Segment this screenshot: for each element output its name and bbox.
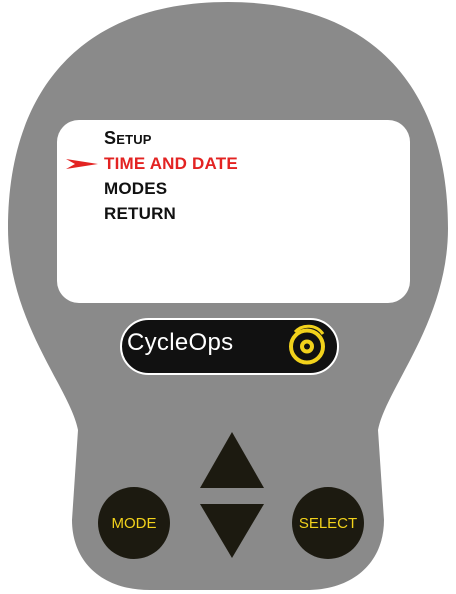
up-triangle-icon[interactable]	[200, 432, 264, 490]
right-arrow-pointer-icon	[66, 159, 98, 169]
down-triangle-icon[interactable]	[200, 504, 264, 558]
menu-item-return[interactable]: RETURN	[104, 201, 238, 226]
setup-menu: Setup TIME AND DATE MODES RETURN	[104, 126, 238, 226]
brand-name: CycleOps	[127, 329, 234, 356]
select-button-label: SELECT	[298, 514, 358, 532]
mode-button-label: MODE	[111, 514, 157, 532]
menu-title: Setup	[104, 128, 152, 148]
select-button[interactable]: SELECT	[292, 487, 364, 559]
menu-item-modes[interactable]: MODES	[104, 176, 238, 201]
mode-button[interactable]: MODE	[98, 487, 170, 559]
menu-item-time-and-date[interactable]: TIME AND DATE	[104, 151, 238, 176]
